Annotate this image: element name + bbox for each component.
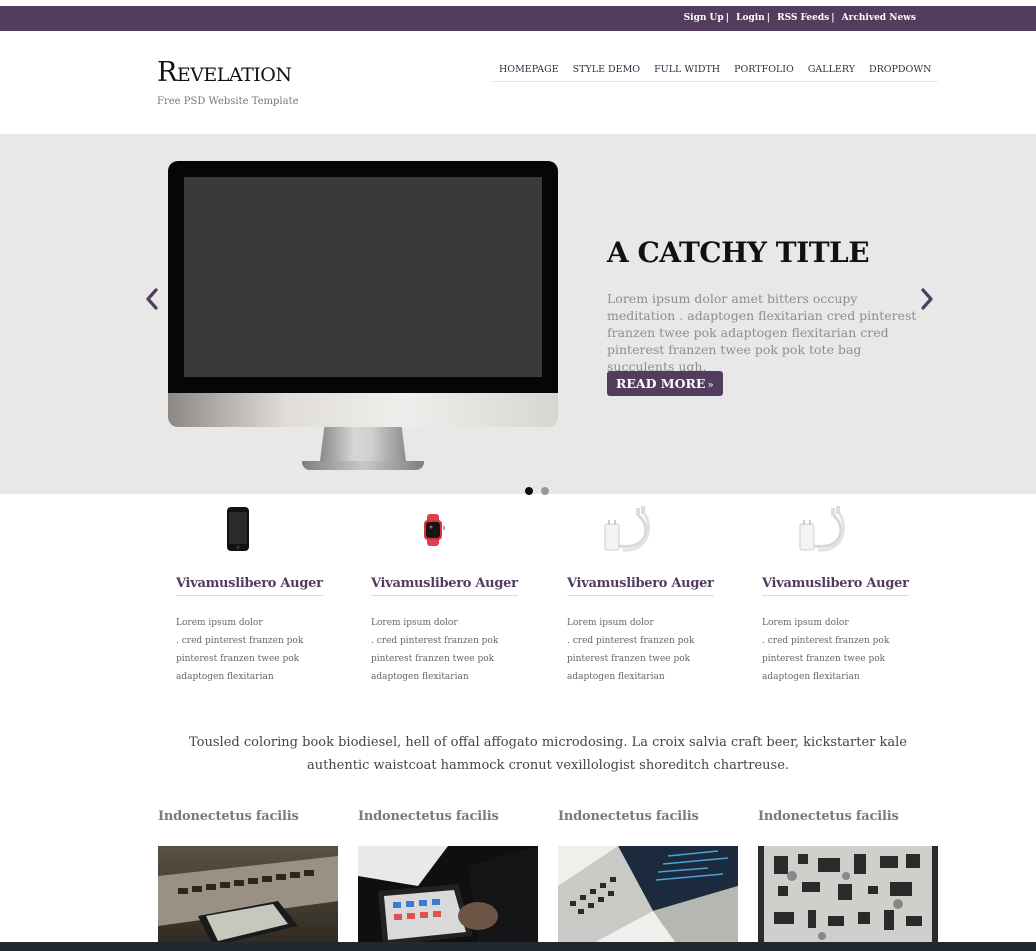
slider-dot[interactable] [541, 487, 549, 495]
feature-line: adaptogen flexitarian [762, 672, 860, 682]
feature-text: Lorem ipsum dolor . cred pinterest franz… [176, 614, 346, 686]
login-link[interactable]: Login [736, 13, 765, 23]
feature-line: pinterest franzen twee pok [762, 654, 886, 664]
feature-line: pinterest franzen twee pok [567, 654, 691, 664]
hero-title: A CATCHY TITLE [607, 236, 870, 269]
feature-text: Lorem ipsum dolor . cred pinterest franz… [762, 614, 932, 686]
slider-dot[interactable] [525, 487, 533, 495]
monitor-stand [320, 427, 406, 461]
feature-title: Vivamuslibero Auger [371, 576, 518, 596]
feature-title: Vivamuslibero Auger [567, 576, 714, 596]
gallery-title[interactable]: Indonectetus facilis [558, 809, 699, 824]
feature-line: . cred pinterest franzen pok [371, 636, 499, 646]
feature-line: . cred pinterest franzen pok [567, 636, 695, 646]
laptop-code-photo[interactable] [558, 846, 738, 946]
chevron-right-icon[interactable] [918, 287, 936, 311]
chevron-left-icon[interactable] [143, 287, 161, 311]
nav-item-portfolio[interactable]: PORTFOLIO [727, 62, 801, 82]
feature-title: Vivamuslibero Auger [762, 576, 909, 596]
hero-text: Lorem ipsum dolor amet bitters occupy me… [607, 291, 917, 374]
feature-line: Lorem ipsum dolor [176, 618, 263, 628]
gallery-title[interactable]: Indonectetus facilis [158, 809, 299, 824]
signup-link[interactable]: Sign Up [684, 13, 724, 23]
gallery-title[interactable]: Indonectetus facilis [358, 809, 499, 824]
utility-links: Sign Up | Login | RSS Feeds | Archived News [684, 13, 916, 23]
nav-item-homepage[interactable]: HOMEPAGE [492, 62, 566, 82]
top-utility-bar: Sign Up | Login | RSS Feeds | Archived News [0, 6, 1036, 31]
separator: | [725, 13, 729, 23]
separator: | [831, 13, 835, 23]
feature-line: pinterest franzen twee pok [371, 654, 495, 664]
nav-item-full-width[interactable]: FULL WIDTH [647, 62, 728, 82]
read-more-button[interactable]: READ MORE» [607, 371, 723, 396]
read-more-label: READ MORE [616, 376, 706, 391]
site-logo[interactable]: Revelation [157, 57, 292, 88]
hero-slider: A CATCHY TITLE Lorem ipsum dolor amet bi… [0, 134, 1036, 494]
flatlay-gadgets-photo[interactable] [758, 846, 938, 946]
monitor-foot [302, 461, 424, 470]
feature-line: Lorem ipsum dolor [371, 618, 458, 628]
feature-line: pinterest franzen twee pok [176, 654, 300, 664]
feature-text: Lorem ipsum dolor . cred pinterest franz… [567, 614, 737, 686]
nav-item-gallery[interactable]: GALLERY [800, 62, 862, 82]
feature-line: Lorem ipsum dolor [762, 618, 849, 628]
site-tagline: Free PSD Website Template [157, 96, 299, 107]
imac-monitor-image [168, 161, 558, 471]
double-chevron-icon: » [707, 380, 714, 391]
feature-title: Vivamuslibero Auger [176, 576, 323, 596]
charger-icon [603, 506, 653, 552]
slider-pagination [525, 487, 549, 495]
gallery-title[interactable]: Indonectetus facilis [758, 809, 899, 824]
feature-line: Lorem ipsum dolor [567, 618, 654, 628]
rss-feeds-link[interactable]: RSS Feeds [777, 13, 829, 23]
nav-item-dropdown[interactable]: DROPDOWN [861, 62, 939, 82]
footer-edge [0, 942, 1036, 951]
feature-line: . cred pinterest franzen pok [762, 636, 890, 646]
feature-line: . cred pinterest franzen pok [176, 636, 304, 646]
monitor-chin [168, 393, 558, 427]
nav-item-style-demo[interactable]: STYLE DEMO [565, 62, 648, 82]
intro-quote: Tousled coloring book biodiesel, hell of… [189, 735, 907, 773]
smartphone-icon [226, 506, 250, 552]
tablet-keyboard-photo[interactable] [358, 846, 538, 946]
separator: | [766, 13, 770, 23]
feature-line: adaptogen flexitarian [567, 672, 665, 682]
laptop-phone-photo[interactable] [158, 846, 338, 946]
main-nav: HOMEPAGE STYLE DEMO FULL WIDTH PORTFOLIO… [492, 62, 939, 82]
feature-line: adaptogen flexitarian [371, 672, 469, 682]
archived-news-link[interactable]: Archived News [842, 13, 916, 23]
smartwatch-icon [421, 506, 445, 552]
feature-line: adaptogen flexitarian [176, 672, 274, 682]
feature-text: Lorem ipsum dolor . cred pinterest franz… [371, 614, 541, 686]
charger-icon [798, 506, 848, 552]
monitor-screen [184, 177, 542, 377]
